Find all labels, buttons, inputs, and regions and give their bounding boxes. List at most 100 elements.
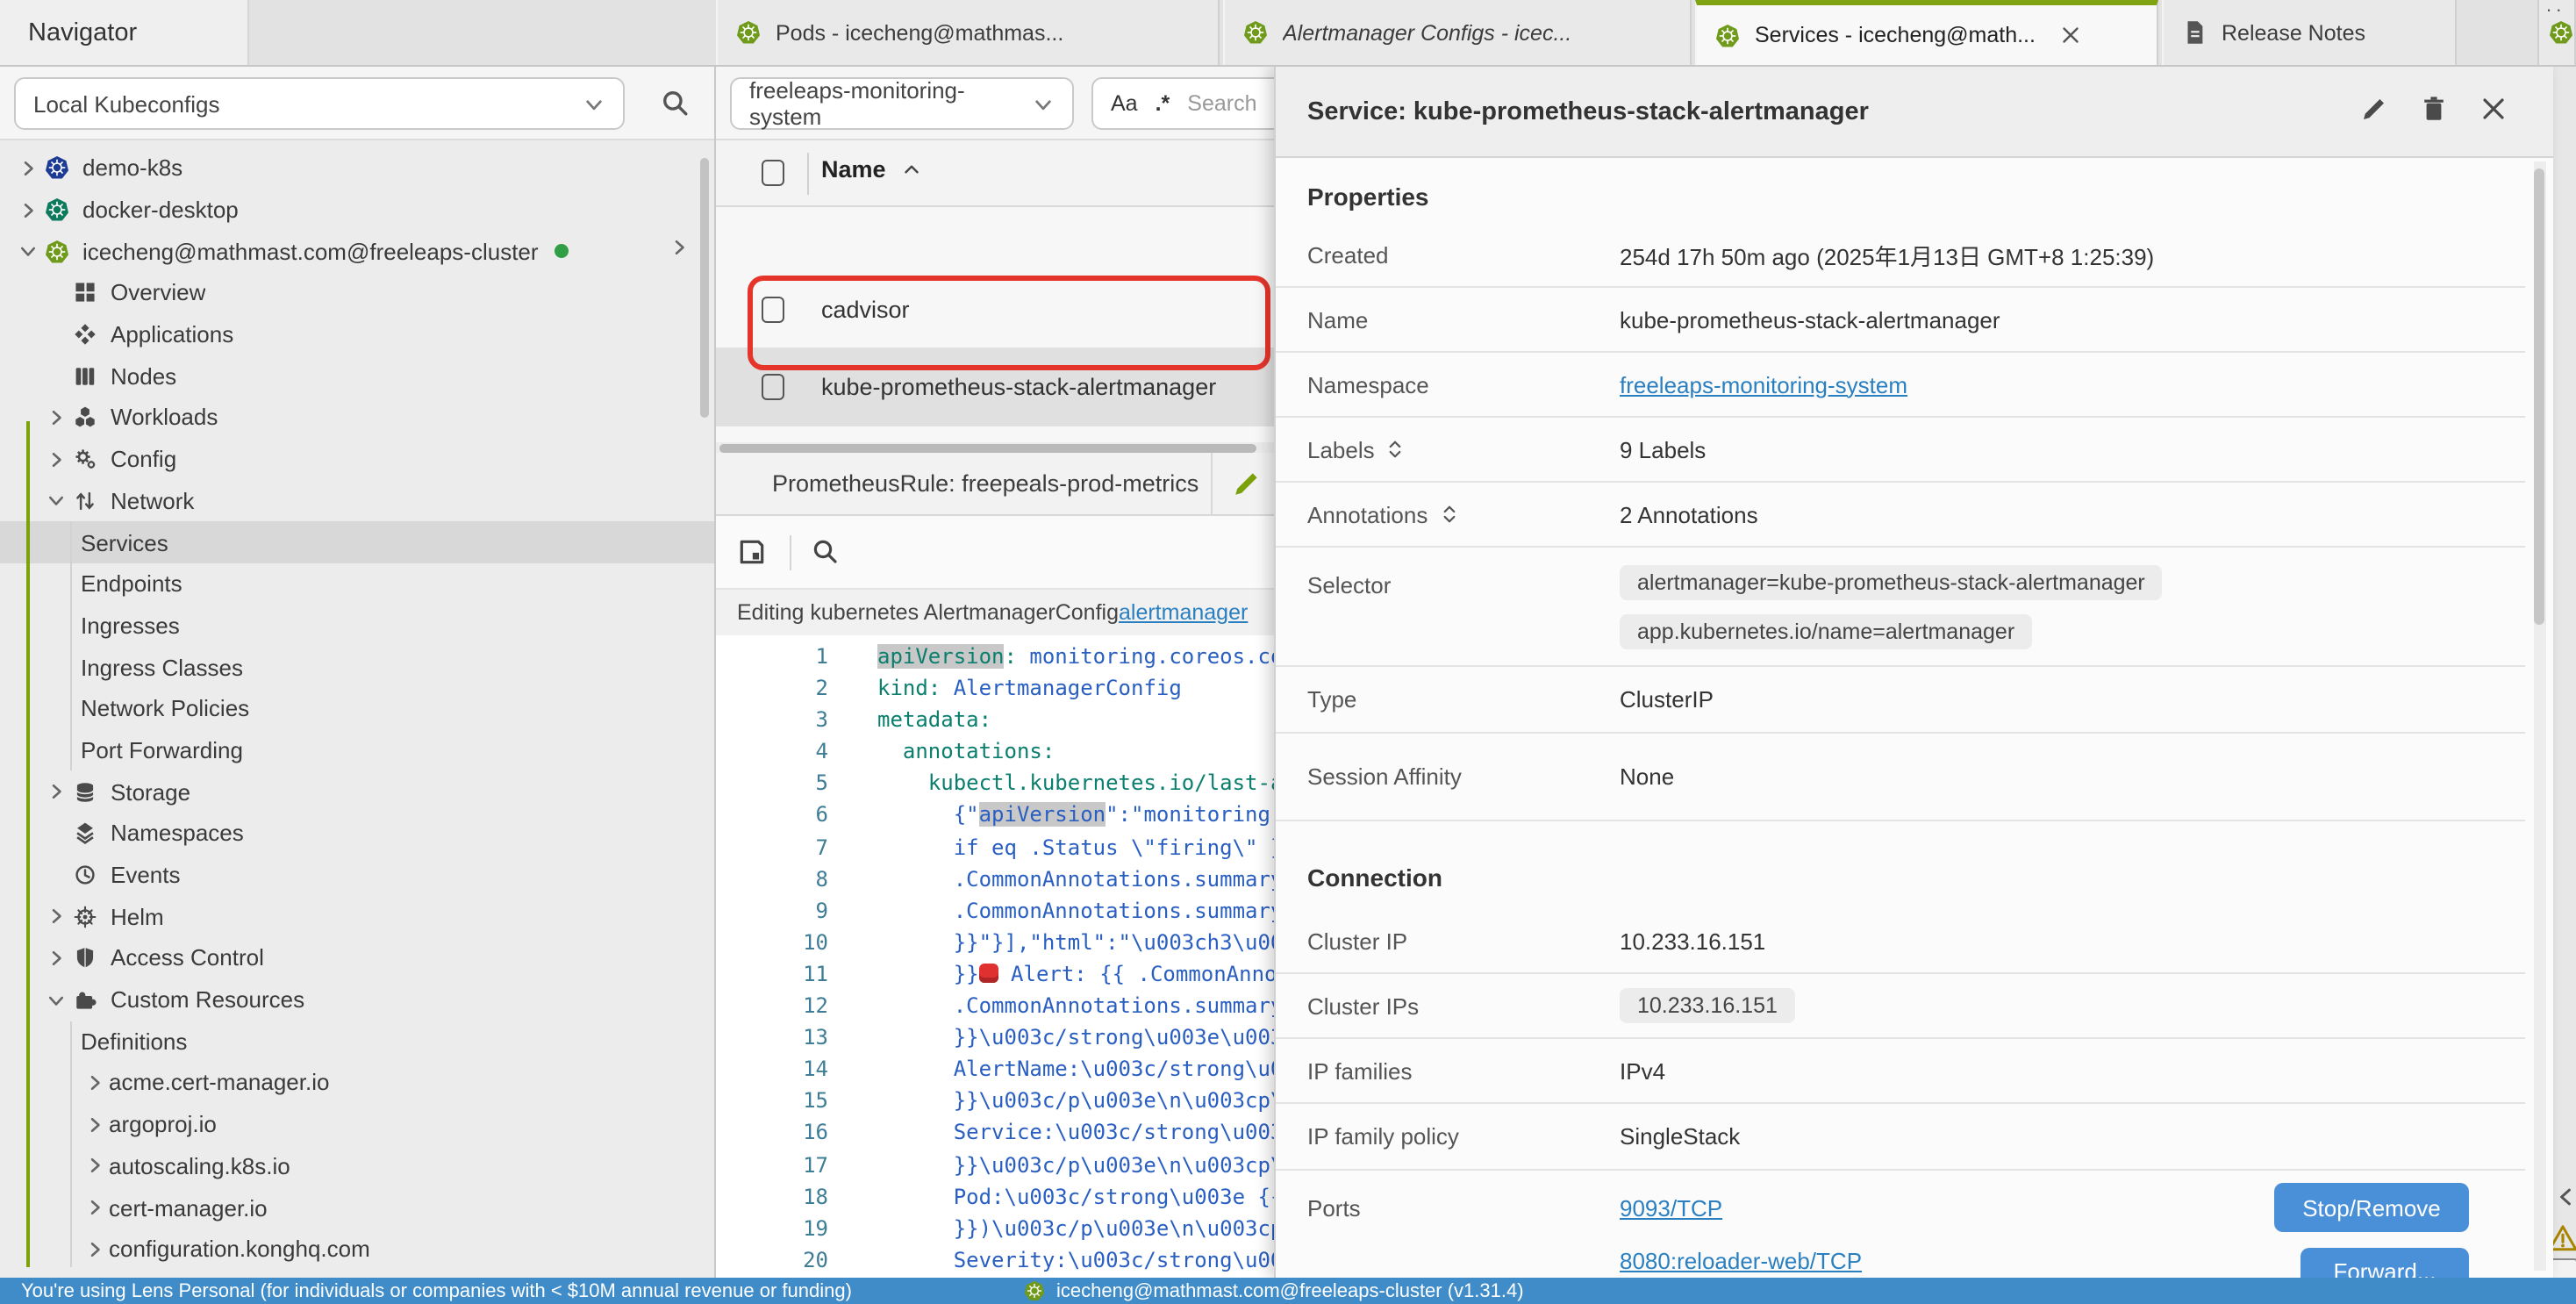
port-link[interactable]: 9093/TCP: [1620, 1195, 1722, 1222]
chevron-down-icon: [1032, 92, 1055, 115]
chevron-right-icon[interactable]: [81, 1238, 109, 1259]
port-link[interactable]: 8080:reloader-web/TCP: [1620, 1248, 1862, 1274]
editor-toolbar: [716, 516, 1274, 590]
tab-services-icecheng-math[interactable]: Services - icecheng@math...: [1695, 0, 2158, 65]
table-row-cadvisor[interactable]: cadvisor: [716, 272, 1274, 349]
chevron-right-icon[interactable]: [81, 1114, 109, 1135]
sidebar-item-endpoints[interactable]: Endpoints: [0, 563, 714, 605]
close-tab-icon[interactable]: [2060, 25, 2081, 46]
partial-button[interactable]: [2553, 1258, 2576, 1278]
regex-icon[interactable]: .*: [1156, 91, 1170, 116]
sidebar-item-applications[interactable]: Applications: [0, 314, 714, 355]
line-number: 18: [716, 1180, 828, 1212]
sidebar-scrollbar[interactable]: [700, 158, 709, 418]
sidebar-item-helm[interactable]: Helm: [0, 896, 714, 937]
chevron-right-icon[interactable]: [42, 781, 70, 802]
sort-ascending-icon[interactable]: [900, 158, 923, 181]
chevron-down-icon[interactable]: [42, 491, 70, 512]
delete-trash-icon[interactable]: [2420, 95, 2448, 123]
kubeconfig-select[interactable]: Local Kubeconfigs: [14, 77, 625, 130]
scrollbar-thumb[interactable]: [719, 444, 1256, 453]
stop-remove-button[interactable]: Stop/Remove: [2274, 1183, 2469, 1232]
sidebar-item-services[interactable]: Services: [0, 521, 714, 562]
code-line-8: 8 .CommonAnnotations.summary }}-: [716, 863, 1274, 894]
sidebar-item-workloads[interactable]: Workloads: [0, 397, 714, 438]
drawer-scrollbar-thumb[interactable]: [2534, 168, 2544, 625]
sidebar-item-ingresses[interactable]: Ingresses: [0, 605, 714, 646]
sidebar-item-custom-resources[interactable]: Custom Resources: [0, 979, 714, 1021]
sidebar-item-icecheng-mathmast-com-freeleaps-cluster[interactable]: icecheng@mathmast.com@freeleaps-cluster: [0, 231, 714, 272]
sort-toggle-icon[interactable]: [1385, 439, 1406, 460]
tab-navigator[interactable]: Navigator: [0, 0, 249, 65]
code-text: }}\u003c/p\u003e\n\u003cp\u003: [877, 1149, 1274, 1180]
code-text: metadata:: [877, 704, 991, 735]
tab-release-notes[interactable]: Release Notes: [2162, 0, 2457, 65]
line-number: 11: [716, 958, 828, 990]
chevron-right-icon[interactable]: [42, 448, 70, 469]
select-all-checkbox[interactable]: [762, 160, 784, 186]
sidebar-item-definitions[interactable]: Definitions: [0, 1021, 714, 1062]
namespace-select[interactable]: freeleaps-monitoring-system: [730, 77, 1074, 130]
warning-icon[interactable]: [2553, 1223, 2576, 1253]
sidebar-item-argoproj-io[interactable]: argoproj.io: [0, 1104, 714, 1145]
chevron-right-icon[interactable]: [81, 1197, 109, 1218]
edit-pencil-icon[interactable]: [2360, 95, 2388, 123]
chevron-right-icon[interactable]: [42, 948, 70, 969]
chevron-left-icon[interactable]: [2553, 1185, 2576, 1209]
tab-alertmanager-configs-icec[interactable]: Alertmanager Configs - icec...: [1223, 0, 1692, 65]
line-number: 3: [716, 704, 828, 735]
name-column-header[interactable]: Name: [821, 156, 886, 183]
match-case-icon[interactable]: Aa: [1111, 91, 1138, 116]
detail-label: Annotations: [1307, 501, 1428, 527]
chevron-right-icon[interactable]: [81, 1156, 109, 1177]
row-checkbox[interactable]: [762, 297, 784, 323]
chevron-right-icon[interactable]: [42, 407, 70, 428]
code-line-7: 7 if eq .Status \"firing\" }}: [716, 831, 1274, 863]
chevron-right-icon[interactable]: [14, 158, 42, 179]
edit-pencil-icon[interactable]: [1232, 469, 1262, 498]
tab-pods-icecheng-mathmas[interactable]: Pods - icecheng@mathmas...: [716, 0, 1220, 65]
yaml-editor[interactable]: 1apiVersion: monitoring.coreos.com/v12ki…: [716, 635, 1274, 1283]
sidebar-item-ingress-classes[interactable]: Ingress Classes: [0, 647, 714, 688]
sort-toggle-icon[interactable]: [1438, 504, 1459, 525]
sidebar-item-network[interactable]: Network: [0, 480, 714, 521]
row-checkbox[interactable]: [762, 374, 784, 400]
sidebar-item-overview[interactable]: Overview: [0, 272, 714, 313]
code-line-14: 14 AlertName:\u003c/strong\u003e: [716, 1053, 1274, 1085]
sidebar-item-namespaces[interactable]: Namespaces: [0, 813, 714, 854]
sidebar-item-config[interactable]: Config: [0, 439, 714, 480]
code-line-1: 1apiVersion: monitoring.coreos.com/v1: [716, 641, 1274, 672]
sidebar-item-storage[interactable]: Storage: [0, 771, 714, 813]
chevron-down-icon[interactable]: [14, 240, 42, 262]
tab-label: Alertmanager Configs - icec...: [1283, 20, 1571, 45]
sidebar-item-port-forwarding[interactable]: Port Forwarding: [0, 729, 714, 770]
sidebar-item-cert-manager-io[interactable]: cert-manager.io: [0, 1186, 714, 1228]
close-icon[interactable]: [2479, 95, 2508, 123]
chevron-right-icon[interactable]: [42, 906, 70, 927]
detail-label: Namespace: [1307, 371, 1429, 398]
sidebar-item-events[interactable]: Events: [0, 854, 714, 895]
search-icon[interactable]: [660, 88, 690, 118]
chevron-right-icon[interactable]: [14, 199, 42, 220]
sidebar-item-nodes[interactable]: Nodes: [0, 355, 714, 397]
table-row-kube-prometheus-stack-alertmanager[interactable]: kube-prometheus-stack-alertmanager: [716, 349, 1274, 426]
sidebar-item-acme-cert-manager-io[interactable]: acme.cert-manager.io: [0, 1062, 714, 1103]
line-number: 4: [716, 736, 828, 768]
editing-note-link[interactable]: alertmanager: [1119, 600, 1248, 625]
chevron-right-icon[interactable]: [669, 238, 690, 259]
namespace-link[interactable]: freeleaps-monitoring-system: [1620, 371, 1907, 398]
forward-button[interactable]: Forward...: [2301, 1248, 2469, 1278]
save-icon[interactable]: [737, 537, 767, 567]
detail-label: Selector: [1307, 572, 1391, 598]
sidebar-item-autoscaling-k8s-io[interactable]: autoscaling.k8s.io: [0, 1145, 714, 1186]
search-icon[interactable]: [811, 537, 839, 565]
detail-row-annotations: Annotations2 Annotations: [1276, 483, 2525, 548]
chevron-down-icon[interactable]: [42, 989, 70, 1010]
chevron-right-icon[interactable]: [81, 1072, 109, 1093]
sidebar-item-access-control[interactable]: Access Control: [0, 937, 714, 978]
sidebar-item-demo-k8s[interactable]: demo-k8s: [0, 147, 714, 189]
sidebar-item-network-policies[interactable]: Network Policies: [0, 688, 714, 729]
sidebar-item-configuration-konghq-com[interactable]: configuration.konghq.com: [0, 1229, 714, 1270]
sidebar-item-docker-desktop[interactable]: docker-desktop: [0, 189, 714, 230]
value-chip: app.kubernetes.io/name=alertmanager: [1620, 614, 2032, 649]
